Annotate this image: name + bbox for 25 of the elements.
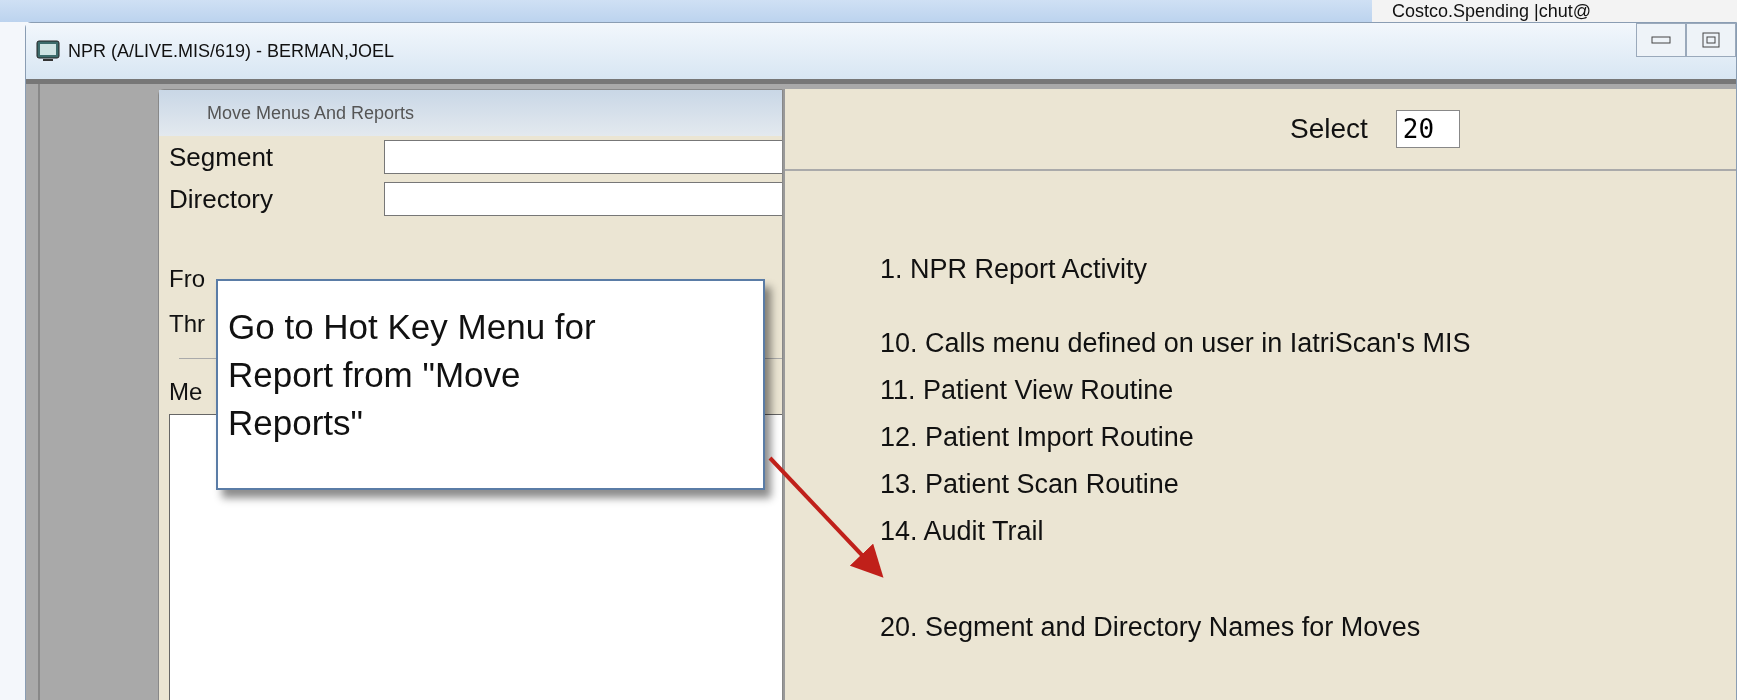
menu-item[interactable]: 20. Segment and Directory Names for Moves	[880, 609, 1736, 645]
window-title: NPR (A/LIVE.MIS/619) - BERMAN,JOEL	[68, 40, 395, 62]
select-field[interactable]: 20	[1395, 110, 1460, 148]
menu-item[interactable]: 10. Calls menu defined on user in IatriScan's MIS	[880, 325, 1736, 361]
menu-item[interactable]: 14. Audit Trail	[880, 513, 1736, 549]
input-field[interactable]	[384, 140, 782, 174]
field-label: Fro	[169, 264, 205, 293]
list-label: Me	[169, 377, 203, 406]
field-label: Directory	[169, 183, 274, 215]
menu-item[interactable]: 1. NPR Report Activity	[880, 251, 1736, 287]
menu-item[interactable]: 12. Patient Import Routine	[880, 419, 1736, 455]
menu-item[interactable]: 13. Patient Scan Routine	[880, 466, 1736, 502]
minimize-icon	[1651, 36, 1671, 44]
callout-tooltip: Go to Hot Key Menu for Report from "Move Reports"	[216, 279, 765, 490]
menu-item[interactable]: 11. Patient View Routine	[880, 372, 1736, 408]
maximize-button[interactable]	[1686, 23, 1736, 57]
app-icon	[36, 40, 60, 62]
dialog-title: Move Menus And Reports	[159, 90, 782, 136]
select-label: Select	[1290, 113, 1368, 145]
field-label: Thr	[169, 309, 205, 338]
background-window-title: Costco.Spending |chut@	[1372, 0, 1737, 22]
minimize-button[interactable]	[1636, 23, 1686, 57]
restore-icon	[1702, 32, 1720, 48]
field-label: Segment	[169, 141, 275, 173]
input-field[interactable]	[384, 182, 782, 216]
